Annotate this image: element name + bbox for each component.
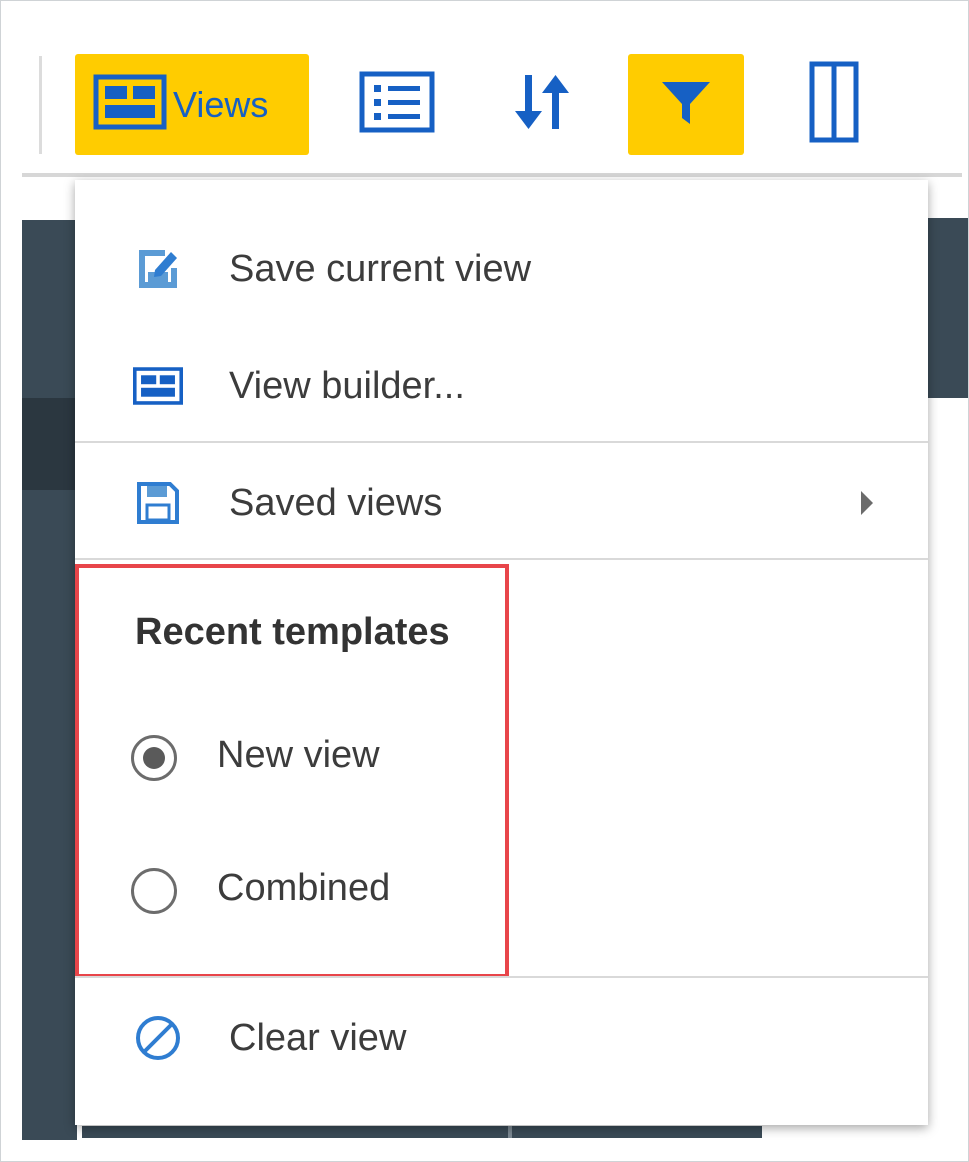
radio-button-selected[interactable] [131,735,177,781]
background-panel-divider [508,1126,512,1138]
submenu-arrow-icon [861,491,873,515]
toolbar-separator [39,56,42,154]
view-layout-icon [93,74,167,135]
filter-icon [660,76,712,133]
menu-item-saved-views[interactable]: Saved views [75,472,928,534]
floppy-disk-icon [133,478,183,528]
radio-button[interactable] [131,868,177,914]
menu-divider [75,558,928,560]
menu-item-clear-view[interactable]: Clear view [75,1007,928,1069]
views-button[interactable]: Views [75,54,309,155]
filter-button[interactable] [628,54,744,155]
menu-item-label: Saved views [229,481,443,524]
columns-icon [808,60,860,149]
list-view-button[interactable] [355,54,439,155]
menu-item-label: Clear view [229,1016,407,1059]
menu-item-save-current-view[interactable]: Save current view [75,238,928,300]
menu-item-label: Save current view [229,247,532,290]
template-option-label: Combined [217,867,391,909]
toolbar-border [22,173,962,177]
toolbar: Views [0,0,969,178]
list-icon [359,71,435,138]
template-option-new-view[interactable]: New view [75,718,505,798]
menu-item-label: View builder... [229,364,465,407]
views-dropdown-menu: Save current view View builder... Saved … [75,180,928,1125]
columns-button[interactable] [792,54,876,155]
menu-divider [75,441,928,443]
sort-button[interactable] [500,54,584,155]
background-panel-right [928,218,968,398]
views-button-label: Views [173,83,269,125]
template-option-label: New view [217,734,380,776]
save-edit-icon [133,244,183,294]
clear-circle-icon [133,1013,183,1063]
view-layout-icon [133,361,183,411]
background-panel-left-header [22,398,77,490]
menu-item-view-builder[interactable]: View builder... [75,355,928,417]
background-panel-left [22,220,77,1140]
background-panel-bottom [82,1126,762,1138]
recent-templates-heading: Recent templates [135,611,450,653]
sort-arrows-icon [511,71,573,138]
template-option-combined[interactable]: Combined [75,848,505,928]
menu-divider [75,976,928,978]
